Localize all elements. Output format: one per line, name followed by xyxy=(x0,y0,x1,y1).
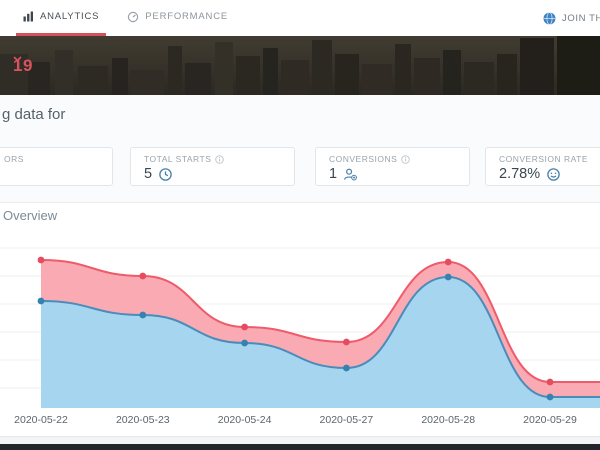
data-point-marker[interactable] xyxy=(547,379,554,386)
data-point-marker[interactable] xyxy=(241,324,248,331)
stat-card-visitors: ORS xyxy=(0,147,113,186)
x-axis-label: 2020-05-24 xyxy=(218,414,272,426)
overview-area-chart[interactable]: 2020-05-22 2020-05-23 2020-05-24 2020-05-27… xyxy=(0,238,600,434)
x-axis-label: 2020-05-23 xyxy=(116,414,170,426)
section-divider xyxy=(0,202,600,203)
section-title: Overview xyxy=(3,208,57,223)
clock-icon xyxy=(158,167,173,182)
stat-card-conversions: CONVERSIONS 1 xyxy=(315,147,470,186)
city-skyline-illustration xyxy=(0,36,600,95)
stat-value: 2.78% xyxy=(499,166,540,182)
info-icon[interactable] xyxy=(401,155,410,164)
stat-card-total-starts: TOTAL STARTS 5 xyxy=(130,147,295,186)
tab-performance-label: PERFORMANCE xyxy=(145,11,228,22)
x-axis-label: 2020-05-27 xyxy=(320,414,374,426)
tab-analytics-label: ANALYTICS xyxy=(40,11,99,22)
data-point-marker[interactable] xyxy=(547,394,554,401)
data-point-marker[interactable] xyxy=(139,273,146,280)
data-point-marker[interactable] xyxy=(343,365,350,372)
globe-icon xyxy=(543,12,556,25)
analytics-dashboard: ANALYTICS PERFORMANCE JOIN THE A xyxy=(0,0,600,450)
info-icon[interactable] xyxy=(215,155,224,164)
join-button-label: JOIN THE A xyxy=(562,13,600,24)
data-point-marker[interactable] xyxy=(38,298,45,305)
stat-label: TOTAL STARTS xyxy=(144,154,211,164)
stat-card-conversion-rate: CONVERSION RATE 2.78% xyxy=(485,147,600,186)
stat-label: CONVERSIONS xyxy=(329,154,397,164)
stat-value: 1 xyxy=(329,166,337,182)
join-button[interactable]: JOIN THE A xyxy=(543,0,600,36)
x-axis-label: 2020-05-22 xyxy=(14,414,68,426)
stat-label: CONVERSION RATE xyxy=(499,154,588,164)
x-axis-label: 2020-05-29 xyxy=(523,414,577,426)
data-point-marker[interactable] xyxy=(241,340,248,347)
bar-chart-icon xyxy=(23,11,34,22)
data-point-marker[interactable] xyxy=(139,312,146,319)
stat-label: ORS xyxy=(4,154,24,164)
hero-image: 19 xyxy=(0,36,600,95)
data-point-marker[interactable] xyxy=(445,259,452,266)
gauge-icon xyxy=(127,11,139,23)
area-chart-canvas xyxy=(0,238,600,428)
x-axis-label: 2020-05-28 xyxy=(421,414,475,426)
data-point-marker[interactable] xyxy=(38,257,45,264)
page-heading: g data for xyxy=(2,106,65,123)
tab-analytics[interactable]: ANALYTICS xyxy=(16,0,106,36)
data-point-marker[interactable] xyxy=(343,339,350,346)
stat-value: 5 xyxy=(144,166,152,182)
data-point-marker[interactable] xyxy=(445,274,452,281)
top-nav: ANALYTICS PERFORMANCE JOIN THE A xyxy=(0,0,600,36)
date-selector[interactable]: 19 xyxy=(13,56,37,76)
smiley-icon xyxy=(546,167,561,182)
tab-performance[interactable]: PERFORMANCE xyxy=(120,0,235,36)
person-add-icon xyxy=(343,167,358,182)
bottom-bar xyxy=(0,444,600,450)
